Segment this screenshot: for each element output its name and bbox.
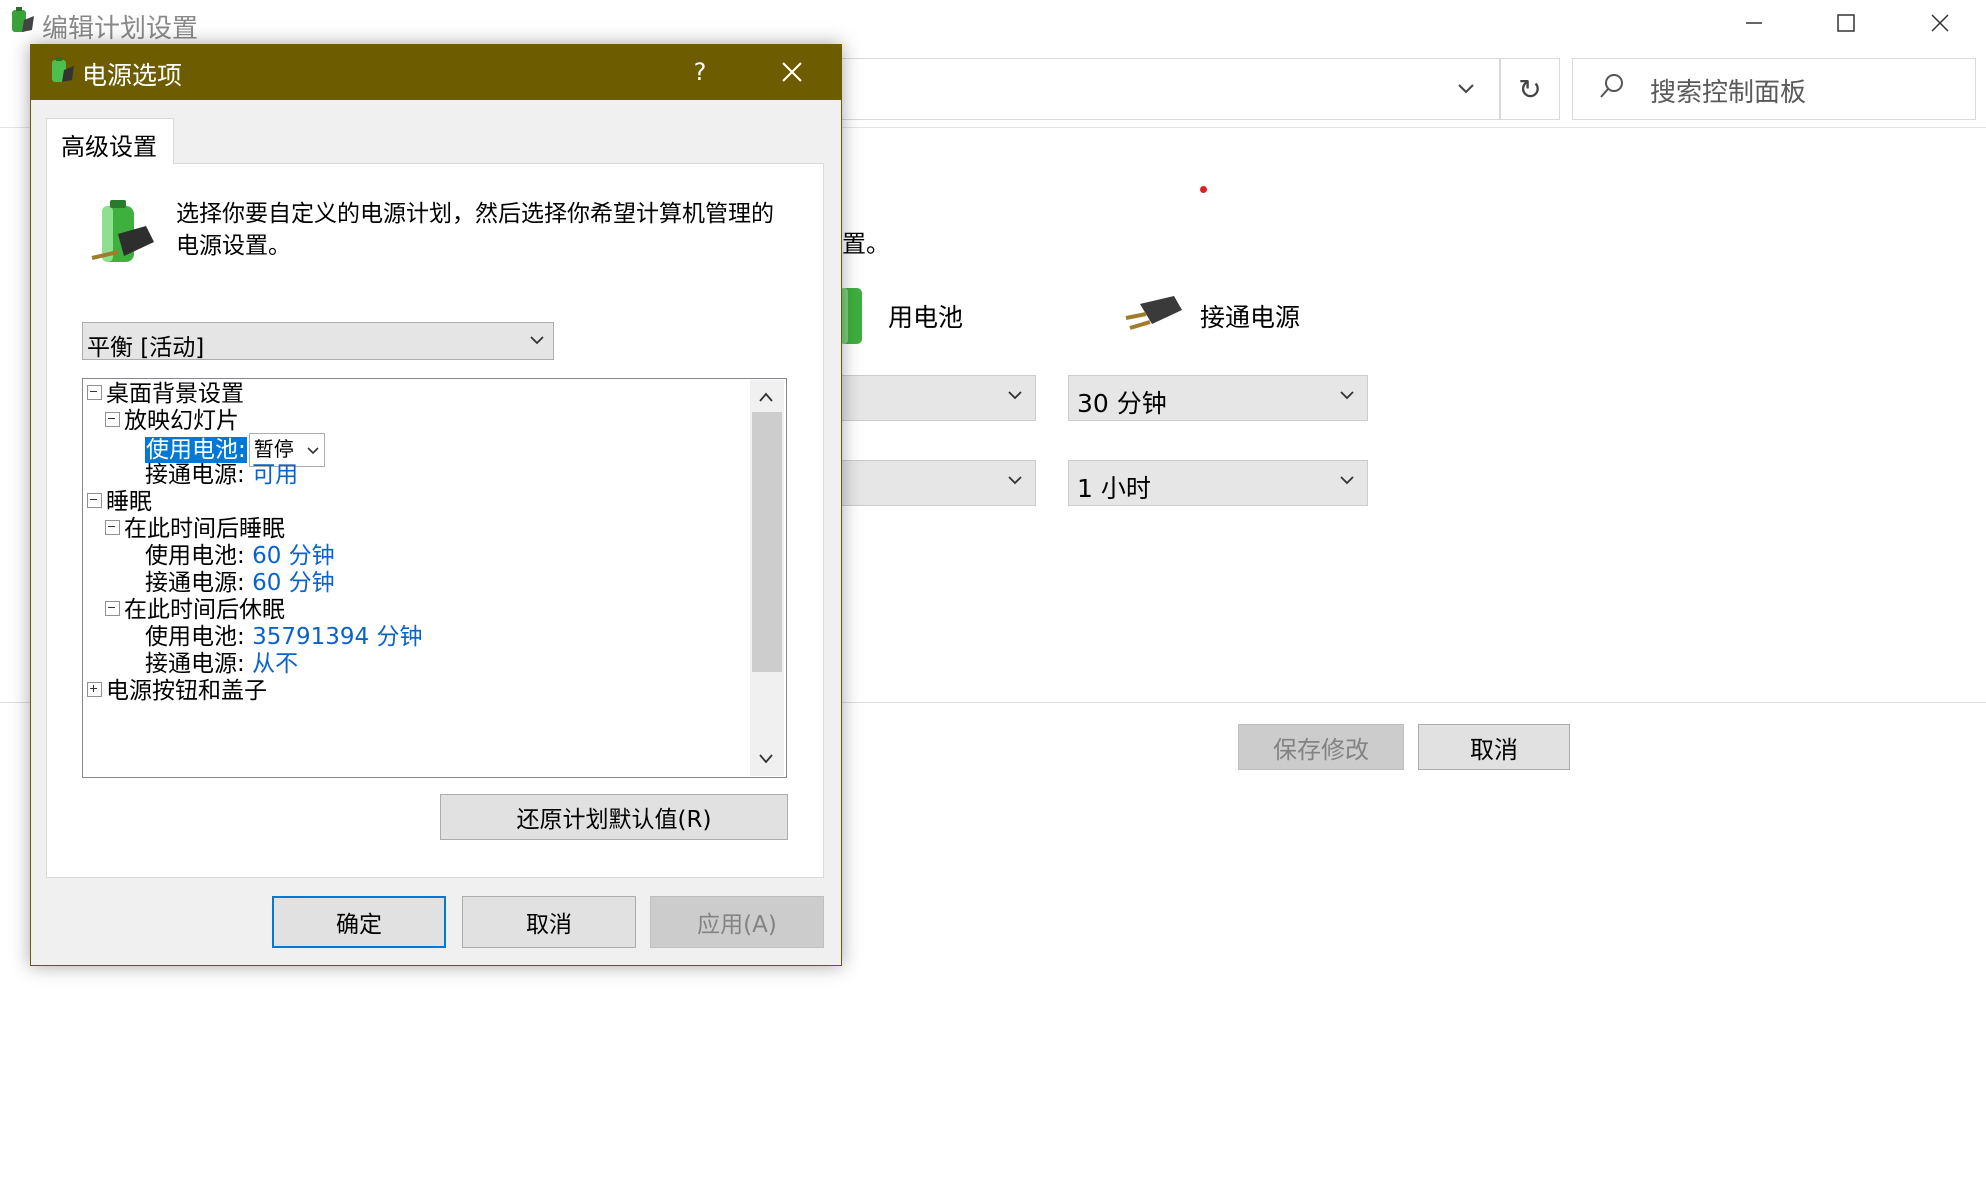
refresh-button[interactable]: ↻ (1500, 58, 1560, 120)
tree-node-sleep[interactable]: 睡眠 (87, 487, 152, 517)
chevron-down-icon (1340, 476, 1354, 485)
power-options-icon (46, 56, 76, 88)
tree-setting-hibernate-plugged[interactable]: 接通电源: 从不 (145, 649, 298, 679)
search-placeholder: 搜索控制面板 (1650, 78, 1807, 108)
red-dot (1200, 186, 1207, 193)
apply-button[interactable]: 应用(A) (650, 896, 824, 948)
collapse-icon[interactable] (87, 385, 102, 400)
expand-icon[interactable] (87, 682, 102, 697)
minimize-icon (1746, 22, 1762, 24)
setting-value[interactable]: 可用 (252, 462, 298, 488)
chevron-down-icon (307, 447, 319, 455)
ok-button[interactable]: 确定 (272, 896, 446, 948)
window-close-button[interactable] (1894, 0, 1986, 46)
plugged-column-label: 接通电源 (1200, 303, 1301, 332)
setting-value[interactable]: 从不 (252, 651, 298, 677)
scrollbar-thumb[interactable] (752, 412, 782, 672)
chevron-down-icon (1008, 391, 1022, 400)
chevron-down-icon (1340, 391, 1354, 400)
restore-defaults-button[interactable]: 还原计划默认值(R) (440, 794, 788, 840)
setting-label: 使用电池: (145, 436, 247, 463)
plugged-select-1[interactable]: 30 分钟 (1068, 375, 1368, 421)
tree-node-hibernate-after[interactable]: 在此时间后休眠 (105, 595, 285, 625)
window-title: 编辑计划设置 (42, 14, 199, 44)
tree-setting-hibernate-battery[interactable]: 使用电池: 35791394 分钟 (145, 622, 422, 652)
app-icon (6, 6, 36, 38)
collapse-icon[interactable] (87, 493, 102, 508)
dialog-title: 电源选项 (82, 61, 183, 90)
tree-setting-sleep-plugged[interactable]: 接通电源: 60 分钟 (145, 568, 335, 598)
select-value: 1 小时 (1077, 474, 1151, 503)
battery-column-label: 用电池 (888, 303, 964, 332)
help-button[interactable]: ? (680, 52, 720, 92)
tree-node-desktop-background[interactable]: 桌面背景设置 (87, 379, 244, 409)
address-bar[interactable] (790, 58, 1500, 120)
intro-text: 置。 (842, 230, 890, 258)
chevron-down-icon (1008, 476, 1022, 485)
scroll-down-icon[interactable] (758, 750, 774, 769)
chevron-down-icon (530, 336, 544, 345)
bg-cancel-button[interactable]: 取消 (1418, 724, 1570, 770)
maximize-icon (1837, 14, 1855, 32)
tab-advanced-settings[interactable]: 高级设置 (46, 118, 174, 164)
tree-node-sleep-after[interactable]: 在此时间后睡眠 (105, 514, 285, 544)
chevron-down-icon (1458, 84, 1474, 94)
save-changes-button[interactable]: 保存修改 (1238, 724, 1404, 770)
battery-select-2[interactable] (836, 460, 1036, 506)
dialog-cancel-button[interactable]: 取消 (462, 896, 636, 948)
dialog-close-button[interactable] (760, 50, 824, 94)
close-icon (782, 62, 802, 82)
plug-icon (1122, 294, 1188, 338)
setting-value[interactable]: 60 分钟 (252, 570, 335, 596)
setting-value[interactable]: 60 分钟 (252, 543, 335, 569)
minimize-button[interactable] (1708, 0, 1800, 46)
tree-setting-slideshow-plugged[interactable]: 接通电源: 可用 (145, 460, 298, 490)
power-plan-select[interactable]: 平衡 [活动] (82, 322, 554, 361)
tree-setting-sleep-battery[interactable]: 使用电池: 60 分钟 (145, 541, 335, 571)
plugged-select-2[interactable]: 1 小时 (1068, 460, 1368, 506)
battery-plug-icon (88, 198, 160, 276)
select-value: 30 分钟 (1077, 389, 1167, 418)
maximize-button[interactable] (1800, 0, 1892, 46)
tree-node-power-buttons[interactable]: 电源按钮和盖子 (87, 676, 267, 706)
collapse-icon[interactable] (105, 601, 120, 616)
scroll-up-icon[interactable] (758, 388, 774, 407)
search-icon (1598, 72, 1626, 104)
close-icon (1931, 14, 1949, 32)
address-dropdown-button[interactable] (1436, 58, 1496, 120)
collapse-icon[interactable] (105, 412, 120, 427)
plan-selected-value: 平衡 [活动] (87, 335, 205, 361)
dialog-intro-text: 选择你要自定义的电源计划，然后选择你希望计算机管理的电源设置。 (176, 201, 774, 259)
tree-node-slideshow[interactable]: 放映幻灯片 (105, 406, 239, 436)
setting-value[interactable]: 35791394 分钟 (252, 624, 422, 650)
collapse-icon[interactable] (105, 520, 120, 535)
refresh-icon: ↻ (1518, 72, 1542, 106)
settings-tree[interactable]: 桌面背景设置 放映幻灯片 使用电池: 暂停 接通电源: 可用 睡眠 在此时间后睡眠… (82, 378, 787, 778)
battery-select-1[interactable] (836, 375, 1036, 421)
